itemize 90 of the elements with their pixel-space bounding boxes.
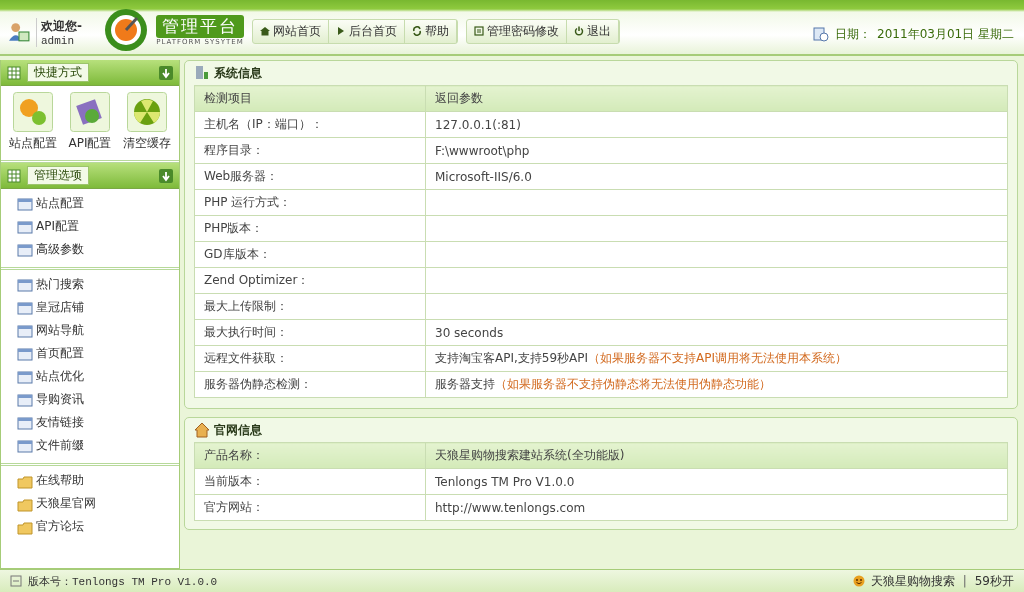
nav-link[interactable]: 帮助 [405,19,457,43]
menu-item[interactable]: 在线帮助 [17,469,179,492]
menu-item[interactable]: 首页配置 [17,342,179,365]
row-value: Microsoft-IIS/6.0 [435,169,532,184]
row-label: 产品名称： [204,448,264,462]
window-icon [17,437,33,454]
welcome-text: 欢迎您- [41,17,82,35]
house-icon [194,422,210,438]
refresh-icon [412,26,422,36]
server-icon [194,65,210,81]
power-icon [574,26,584,36]
row-value: 支持淘宝客API,支持59秒API [435,351,589,365]
radiation-icon [127,92,168,132]
warning-note: （如果服务器不支持API调用将无法使用本系统） [588,351,848,365]
play-icon [336,26,346,36]
document-icon [474,26,484,36]
window-icon [17,391,33,408]
menu-item[interactable]: API配置 [17,215,179,238]
row-label: Web服务器： [204,169,279,183]
column-header: 检测项目 [194,85,426,112]
row-label: 服务器伪静态检测： [204,377,312,391]
row-value: F:\wwwroot\php [435,143,530,158]
separator: | [962,574,967,588]
window-icon [17,276,33,293]
panel-title: 快捷方式 [27,63,89,82]
version-text: 版本号：Tenlongs TM Pro V1.0.0 [28,574,218,589]
column-header: 返回参数 [425,85,1008,112]
document-icon [10,575,22,587]
panel-title: 系统信息 [214,64,262,82]
menu-item[interactable]: 友情链接 [17,411,179,434]
menu-item[interactable]: 导购资讯 [17,388,179,411]
date-label: 日期： [835,25,872,43]
row-value: Tenlongs TM Pro V1.0.0 [435,474,575,489]
row-label: 程序目录： [204,143,264,157]
menu-item[interactable]: 站点配置 [17,192,179,215]
nav-link[interactable]: 网站首页 [253,19,329,43]
window-icon [17,345,33,362]
collapse-icon[interactable] [159,168,173,183]
menu-item[interactable]: 官方论坛 [17,515,179,538]
menu-item[interactable]: 站点优化 [17,365,179,388]
window-icon [17,322,33,339]
window-icon [17,195,33,212]
window-icon [17,218,33,235]
row-label: 最大执行时间： [204,325,288,339]
window-icon [17,241,33,258]
row-label: 当前版本： [204,474,264,488]
warning-note: （如果服务器不支持伪静态将无法使用伪静态功能） [495,377,771,391]
shortcut-item[interactable]: 清空缓存 [123,92,172,152]
nav-link[interactable]: 退出 [567,19,619,43]
username: admin [41,34,75,47]
row-label: GD库版本： [204,247,271,261]
row-label: 最大上传限制： [204,299,288,313]
window-icon [17,368,33,385]
grid-icon [7,168,21,183]
status-text: 59秒开 [974,572,1014,590]
menu-item[interactable]: 天狼星官网 [17,492,179,515]
logo-icon [104,8,148,52]
menu-item[interactable]: 热门搜索 [17,273,179,296]
menu-item[interactable]: 文件前缀 [17,434,179,457]
user-icon [8,21,30,43]
panel-title: 管理选项 [27,166,89,185]
row-value: http://www.tenlongs.com [435,500,586,515]
menu-item[interactable]: 高级参数 [17,238,179,261]
menu-item[interactable]: 网站导航 [17,319,179,342]
nav-link[interactable]: 后台首页 [329,19,405,43]
date-text: 2011年03月01日 星期二 [877,25,1014,43]
row-value: 30 seconds [435,325,504,340]
row-label: Zend Optimizer： [204,273,310,287]
nav-link[interactable]: 管理密码修改 [467,19,567,43]
brand-text: 天狼星购物搜索 [870,572,955,590]
home-icon [260,26,270,36]
row-value: 服务器支持 [435,377,495,391]
collapse-icon[interactable] [159,65,173,80]
row-label: 官方网站： [204,500,264,514]
panel-title: 官网信息 [214,421,262,439]
logo-title: 管理平台 [156,14,244,38]
smiley-icon [852,575,865,587]
menu-item[interactable]: 皇冠店铺 [17,296,179,319]
calendar-clock-icon [813,26,830,42]
grid-icon [7,65,21,80]
row-label: 主机名（IP：端口）： [204,117,323,131]
row-value: 127.0.0.1(:81) [435,117,521,132]
row-label: PHP 运行方式： [204,195,292,209]
row-label: PHP版本： [204,221,264,235]
shortcut-item[interactable]: API配置 [68,92,112,152]
shortcut-item[interactable]: 站点配置 [8,92,57,152]
row-value: 天狼星购物搜索建站系统(全功能版) [435,448,625,462]
window-icon [17,299,33,316]
row-label: 远程文件获取： [204,351,288,365]
window-icon [17,414,33,431]
